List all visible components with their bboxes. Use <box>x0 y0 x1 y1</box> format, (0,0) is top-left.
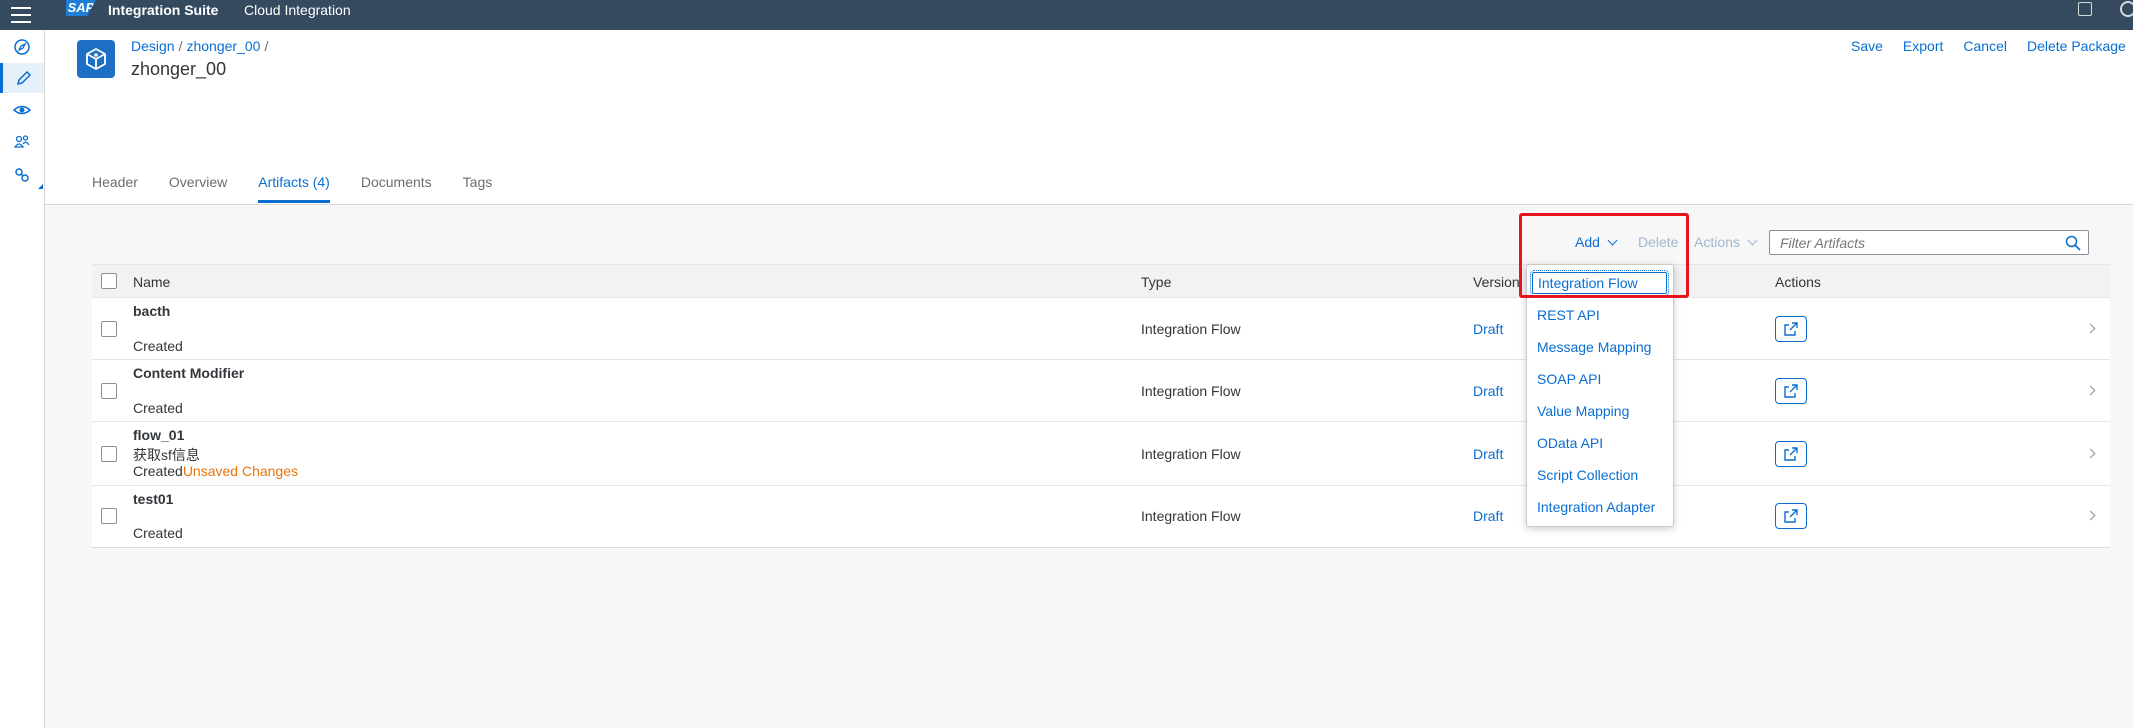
artifact-version[interactable]: Draft <box>1473 446 1503 462</box>
artifact-type: Integration Flow <box>1141 321 1241 337</box>
table-row[interactable]: Content Modifier Created Integration Flo… <box>92 360 2110 422</box>
cancel-button[interactable]: Cancel <box>1963 38 2007 54</box>
delete-package-button[interactable]: Delete Package <box>2027 38 2126 54</box>
artifact-status: Created <box>133 525 183 541</box>
column-name[interactable]: Name <box>133 274 170 290</box>
table-row[interactable]: test01 Created Integration Flow Draft <box>92 486 2110 547</box>
menu-item-integration-adapter[interactable]: Integration Adapter <box>1537 499 1655 515</box>
row-checkbox[interactable] <box>101 446 117 462</box>
package-icon <box>77 40 115 78</box>
tab-tags[interactable]: Tags <box>463 174 493 203</box>
artifact-version[interactable]: Draft <box>1473 383 1503 399</box>
share-icon <box>1784 384 1798 398</box>
artifact-type: Integration Flow <box>1141 383 1241 399</box>
artifact-name: bacth <box>133 303 171 319</box>
menu-item-value-mapping[interactable]: Value Mapping <box>1537 403 1629 419</box>
header-actions: Save Export Cancel Delete Package <box>1851 38 2133 54</box>
row-navigate-chevron-icon[interactable] <box>2085 385 2096 396</box>
search-icon[interactable] <box>2065 235 2081 251</box>
share-icon <box>1784 447 1798 461</box>
status-text: Created <box>133 338 183 354</box>
tab-bar: Header Overview Artifacts (4) Documents … <box>92 174 523 203</box>
column-version[interactable]: Version <box>1473 274 1520 290</box>
row-navigate-chevron-icon[interactable] <box>2085 448 2096 459</box>
nav-settings-gears-icon[interactable] <box>0 160 44 190</box>
menu-hamburger-icon[interactable] <box>11 2 31 26</box>
column-type[interactable]: Type <box>1141 274 1171 290</box>
row-checkbox[interactable] <box>101 383 117 399</box>
table-row[interactable]: bacth Created Integration Flow Draft <box>92 298 2110 360</box>
share-icon <box>1784 509 1798 523</box>
breadcrumb-design-link[interactable]: Design <box>131 38 175 54</box>
nav-discover-icon[interactable] <box>0 32 44 62</box>
tab-overview[interactable]: Overview <box>169 174 227 203</box>
menu-item-soap-api[interactable]: SOAP API <box>1537 371 1601 387</box>
artifact-description: 获取sf信息 <box>133 447 200 463</box>
actions-menu-button[interactable]: Actions <box>1694 234 1758 250</box>
tab-artifacts[interactable]: Artifacts (4) <box>258 174 330 203</box>
actions-button-label: Actions <box>1694 234 1740 250</box>
artifact-name: flow_01 <box>133 427 185 443</box>
nav-people-icon[interactable] <box>0 127 44 157</box>
product-subtitle: Cloud Integration <box>244 2 351 18</box>
menu-item-odata-api[interactable]: OData API <box>1537 435 1603 451</box>
filter-artifacts-input[interactable] <box>1780 231 2060 254</box>
settings-icon[interactable] <box>2120 1 2133 17</box>
side-navigation <box>0 30 45 728</box>
add-artifact-menu: Integration Flow REST API Message Mappin… <box>1526 264 1674 527</box>
status-text: Created <box>133 525 183 541</box>
tab-documents[interactable]: Documents <box>361 174 432 203</box>
row-navigate-chevron-icon[interactable] <box>2085 323 2096 334</box>
open-artifact-button[interactable] <box>1775 316 1807 342</box>
nav-design-pencil-icon[interactable] <box>0 63 44 93</box>
open-artifact-button[interactable] <box>1775 503 1807 529</box>
filter-artifacts-field[interactable] <box>1769 230 2089 255</box>
breadcrumb: Design / zhonger_00/ <box>131 38 269 54</box>
chevron-down-icon <box>1747 235 1758 246</box>
status-text: Created <box>133 463 183 479</box>
artifacts-table: Name Type Version Actions bacth Created … <box>92 264 2110 548</box>
share-icon <box>1784 322 1798 336</box>
notes-icon[interactable] <box>2078 2 2092 16</box>
menu-item-message-mapping[interactable]: Message Mapping <box>1537 339 1651 355</box>
menu-item-rest-api[interactable]: REST API <box>1537 307 1600 323</box>
artifact-name: test01 <box>133 491 174 507</box>
status-text: Created <box>133 400 183 416</box>
artifact-version[interactable]: Draft <box>1473 508 1503 524</box>
tab-header[interactable]: Header <box>92 174 138 203</box>
column-actions[interactable]: Actions <box>1775 274 1821 290</box>
artifact-status: Created <box>133 338 183 354</box>
page-title: zhonger_00 <box>131 59 227 79</box>
row-checkbox[interactable] <box>101 321 117 337</box>
table-header: Name Type Version Actions <box>92 264 2110 298</box>
save-button[interactable]: Save <box>1851 38 1883 54</box>
row-navigate-chevron-icon[interactable] <box>2085 510 2096 521</box>
shell-bar: SAP Integration Suite Cloud Integration <box>0 0 2133 30</box>
highlight-annotation-box <box>1519 213 1689 298</box>
open-artifact-button[interactable] <box>1775 441 1807 467</box>
artifact-type: Integration Flow <box>1141 446 1241 462</box>
menu-item-script-collection[interactable]: Script Collection <box>1537 467 1638 483</box>
export-button[interactable]: Export <box>1903 38 1943 54</box>
select-all-checkbox[interactable] <box>101 273 117 289</box>
artifact-status: Created <box>133 400 183 416</box>
row-checkbox[interactable] <box>101 508 117 524</box>
unsaved-changes-label: Unsaved Changes <box>182 463 298 479</box>
artifact-name: Content Modifier <box>133 365 245 381</box>
sap-logo: SAP <box>66 0 96 16</box>
nav-monitor-eye-icon[interactable] <box>0 95 44 125</box>
artifact-status: CreatedUnsaved Changes <box>133 463 298 479</box>
table-row[interactable]: flow_01 获取sf信息 CreatedUnsaved Changes In… <box>92 422 2110 486</box>
artifact-type: Integration Flow <box>1141 508 1241 524</box>
artifact-version[interactable]: Draft <box>1473 321 1503 337</box>
open-artifact-button[interactable] <box>1775 378 1807 404</box>
breadcrumb-package-link[interactable]: zhonger_00 <box>186 38 260 54</box>
product-title: Integration Suite <box>108 2 219 18</box>
